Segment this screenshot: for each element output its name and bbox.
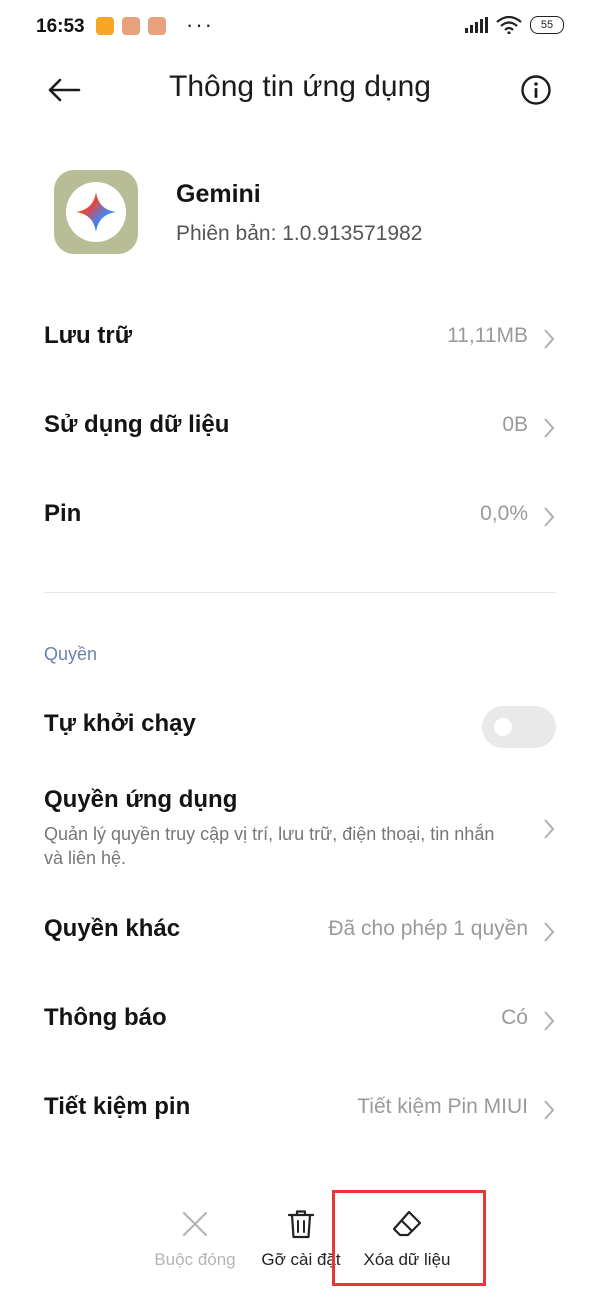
autostart-row: Tự khởi chạy [44,696,556,756]
status-bar: 16:53 ··· 55 [0,0,600,56]
app-permissions-label: Quyền ứng dụng [44,786,238,813]
app-name: Gemini [176,180,261,208]
app-permissions-description: Quản lý quyền truy cập vị trí, lưu trữ, … [44,824,495,868]
notifications-value: Có [501,1006,528,1029]
other-permissions-value: Đã cho phép 1 quyền [328,917,528,940]
battery-label: Pin [44,500,82,527]
notes-notification-icon [96,17,114,35]
info-button[interactable] [518,72,554,108]
app-notification-icon [148,17,166,35]
chevron-right-icon [544,418,555,438]
highlight-annotation [332,1190,486,1286]
close-x-icon [182,1211,208,1237]
notification-icons [96,17,166,35]
data-usage-row[interactable]: Sử dụng dữ liệu 0B [44,397,556,457]
battery-row[interactable]: Pin 0,0% [44,486,556,546]
page-title: Thông tin ứng dụng [169,70,431,103]
notifications-row[interactable]: Thông báo Có [44,990,556,1050]
signal-icon [465,17,488,33]
chevron-right-icon [544,1011,555,1031]
app-icon [54,170,138,254]
section-divider [44,592,556,593]
toggle-knob [494,718,512,736]
battery-saver-value: Tiết kiệm Pin MIUI [357,1095,528,1118]
force-stop-label: Buộc đóng [154,1250,236,1269]
trash-icon [287,1210,315,1239]
gemini-sparkle-icon [76,192,116,232]
status-time: 16:53 [36,16,85,37]
battery-saver-label: Tiết kiệm pin [44,1093,191,1120]
other-permissions-row[interactable]: Quyền khác Đã cho phép 1 quyền [44,901,556,961]
app-version: Phiên bản: 1.0.913571982 [176,222,423,245]
autostart-toggle[interactable] [482,706,556,748]
chevron-right-icon [544,1100,555,1120]
app-notification-icon [122,17,140,35]
bottom-action-bar: Buộc đóng Gỡ cài đặt Xóa dữ liệu [0,1196,600,1286]
status-right: 55 [464,16,564,34]
data-usage-label: Sử dụng dữ liệu [44,411,230,438]
storage-row[interactable]: Lưu trữ 11,11MB [44,308,556,368]
battery-value: 0,0% [480,502,528,525]
info-circle-icon [521,75,551,105]
chevron-right-icon [544,329,555,349]
force-stop-button[interactable]: Buộc đóng [150,1208,240,1270]
battery-saver-row[interactable]: Tiết kiệm pin Tiết kiệm Pin MIUI [44,1079,556,1139]
storage-label: Lưu trữ [44,322,133,349]
storage-value: 11,11MB [447,324,528,347]
app-summary: Gemini Phiên bản: 1.0.913571982 [54,170,554,260]
autostart-label: Tự khởi chạy [44,710,196,737]
battery-icon: 55 [530,16,564,34]
chevron-right-icon [544,507,555,527]
app-permissions-row[interactable]: Quyền ứng dụng Quản lý quyền truy cập vị… [44,772,556,882]
header: Thông tin ứng dụng [0,58,600,122]
more-notifications-icon: ··· [186,12,214,37]
chevron-right-icon [544,819,555,839]
notifications-label: Thông báo [44,1004,167,1031]
chevron-right-icon [544,922,555,942]
other-permissions-label: Quyền khác [44,915,181,942]
data-usage-value: 0B [502,413,528,436]
wifi-icon [496,16,522,34]
permissions-heading: Quyền [44,644,98,664]
